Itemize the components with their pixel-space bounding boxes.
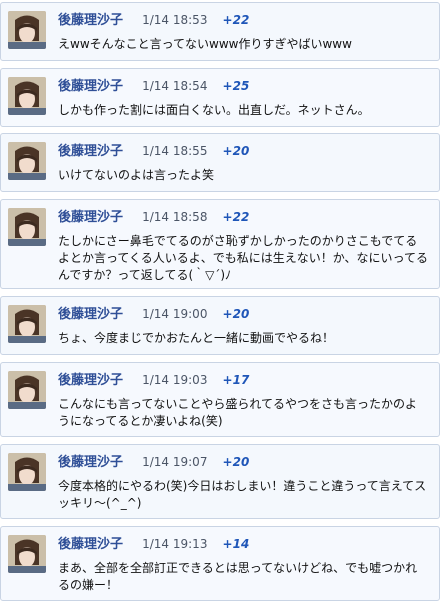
author-name[interactable]: 後藤理沙子: [58, 307, 123, 322]
author-name[interactable]: 後藤理沙子: [58, 210, 123, 225]
post-feed: 後藤理沙子 1/14 18:53 +22 えwwそんなこと言ってないwww作りす…: [0, 0, 444, 604]
avatar[interactable]: [8, 371, 46, 409]
post-item: 後藤理沙子 1/14 19:13 +14 まあ、全部を全部訂正できるとは思ってな…: [0, 526, 440, 601]
post-text: ちょ、今度まじでかおたんと一緒に動画でやるね！: [58, 331, 335, 345]
avatar[interactable]: [8, 453, 46, 491]
avatar[interactable]: [8, 11, 46, 49]
score-badge: +20: [222, 307, 250, 321]
author-name[interactable]: 後藤理沙子: [58, 373, 123, 388]
score-badge: +14: [222, 537, 250, 551]
timestamp[interactable]: 1/14 19:00: [142, 307, 207, 321]
post-meta: 後藤理沙子 1/14 18:58 +22: [58, 207, 249, 225]
author-name[interactable]: 後藤理沙子: [58, 537, 123, 552]
timestamp[interactable]: 1/14 19:13: [142, 537, 207, 551]
post-item: 後藤理沙子 1/14 18:55 +20 いけてないのよは言ったよ笑: [0, 133, 440, 192]
author-name[interactable]: 後藤理沙子: [58, 144, 123, 159]
timestamp[interactable]: 1/14 18:54: [142, 79, 207, 93]
timestamp[interactable]: 1/14 18:58: [142, 210, 207, 224]
timestamp[interactable]: 1/14 18:53: [142, 13, 207, 27]
score-badge: +20: [222, 144, 250, 158]
avatar[interactable]: [8, 208, 46, 246]
post-text: いけてないのよは言ったよ笑: [58, 168, 215, 182]
author-name[interactable]: 後藤理沙子: [58, 455, 123, 470]
timestamp[interactable]: 1/14 18:55: [142, 144, 207, 158]
post-text: 今度本格的にやるわ(笑)今日はおしまい！違うこと違うって言えてスッキリ〜(^_^…: [58, 479, 427, 510]
post-item: 後藤理沙子 1/14 19:07 +20 今度本格的にやるわ(笑)今日はおしまい…: [0, 444, 440, 519]
post-item: 後藤理沙子 1/14 18:53 +22 えwwそんなこと言ってないwww作りす…: [0, 2, 440, 61]
post-item: 後藤理沙子 1/14 19:00 +20 ちょ、今度まじでかおたんと一緒に動画で…: [0, 296, 440, 355]
post-meta: 後藤理沙子 1/14 18:53 +22: [58, 10, 249, 28]
timestamp[interactable]: 1/14 19:03: [142, 373, 207, 387]
post-item: 後藤理沙子 1/14 19:03 +17 こんなにも言ってないことやら盛られてる…: [0, 362, 440, 437]
post-text: こんなにも言ってないことやら盛られてるやつをさも言ったかのようになってるとか凄い…: [58, 397, 418, 428]
post-text: たしかにさー鼻毛でてるのがさ恥ずかしかったのかりさこもでてるよとか言ってくる人い…: [58, 234, 428, 282]
score-badge: +25: [222, 79, 250, 93]
author-name[interactable]: 後藤理沙子: [58, 79, 123, 94]
score-badge: +20: [222, 455, 250, 469]
timestamp[interactable]: 1/14 19:07: [142, 455, 207, 469]
post-meta: 後藤理沙子 1/14 19:07 +20: [58, 452, 249, 470]
post-meta: 後藤理沙子 1/14 19:00 +20: [58, 304, 249, 322]
score-badge: +22: [222, 13, 250, 27]
post-item: 後藤理沙子 1/14 18:54 +25 しかも作った割には面白くない。出直しだ…: [0, 68, 440, 127]
avatar[interactable]: [8, 142, 46, 180]
post-text: えwwそんなこと言ってないwww作りすぎやばいwww: [58, 37, 352, 51]
post-meta: 後藤理沙子 1/14 18:54 +25: [58, 76, 249, 94]
avatar[interactable]: [8, 77, 46, 115]
score-badge: +17: [222, 373, 250, 387]
post-text: しかも作った割には面白くない。出直しだ。ネットさん。: [58, 103, 370, 117]
score-badge: +22: [222, 210, 250, 224]
post-meta: 後藤理沙子 1/14 19:13 +14: [58, 534, 249, 552]
author-name[interactable]: 後藤理沙子: [58, 13, 123, 28]
post-meta: 後藤理沙子 1/14 18:55 +20: [58, 141, 249, 159]
post-text: まあ、全部を全部訂正できるとは思ってないけどね、でも嘘つかれるの嫌ー！: [58, 561, 418, 592]
avatar[interactable]: [8, 305, 46, 343]
post-meta: 後藤理沙子 1/14 19:03 +17: [58, 370, 249, 388]
post-item: 後藤理沙子 1/14 18:58 +22 たしかにさー鼻毛でてるのがさ恥ずかしか…: [0, 199, 440, 289]
avatar[interactable]: [8, 535, 46, 573]
